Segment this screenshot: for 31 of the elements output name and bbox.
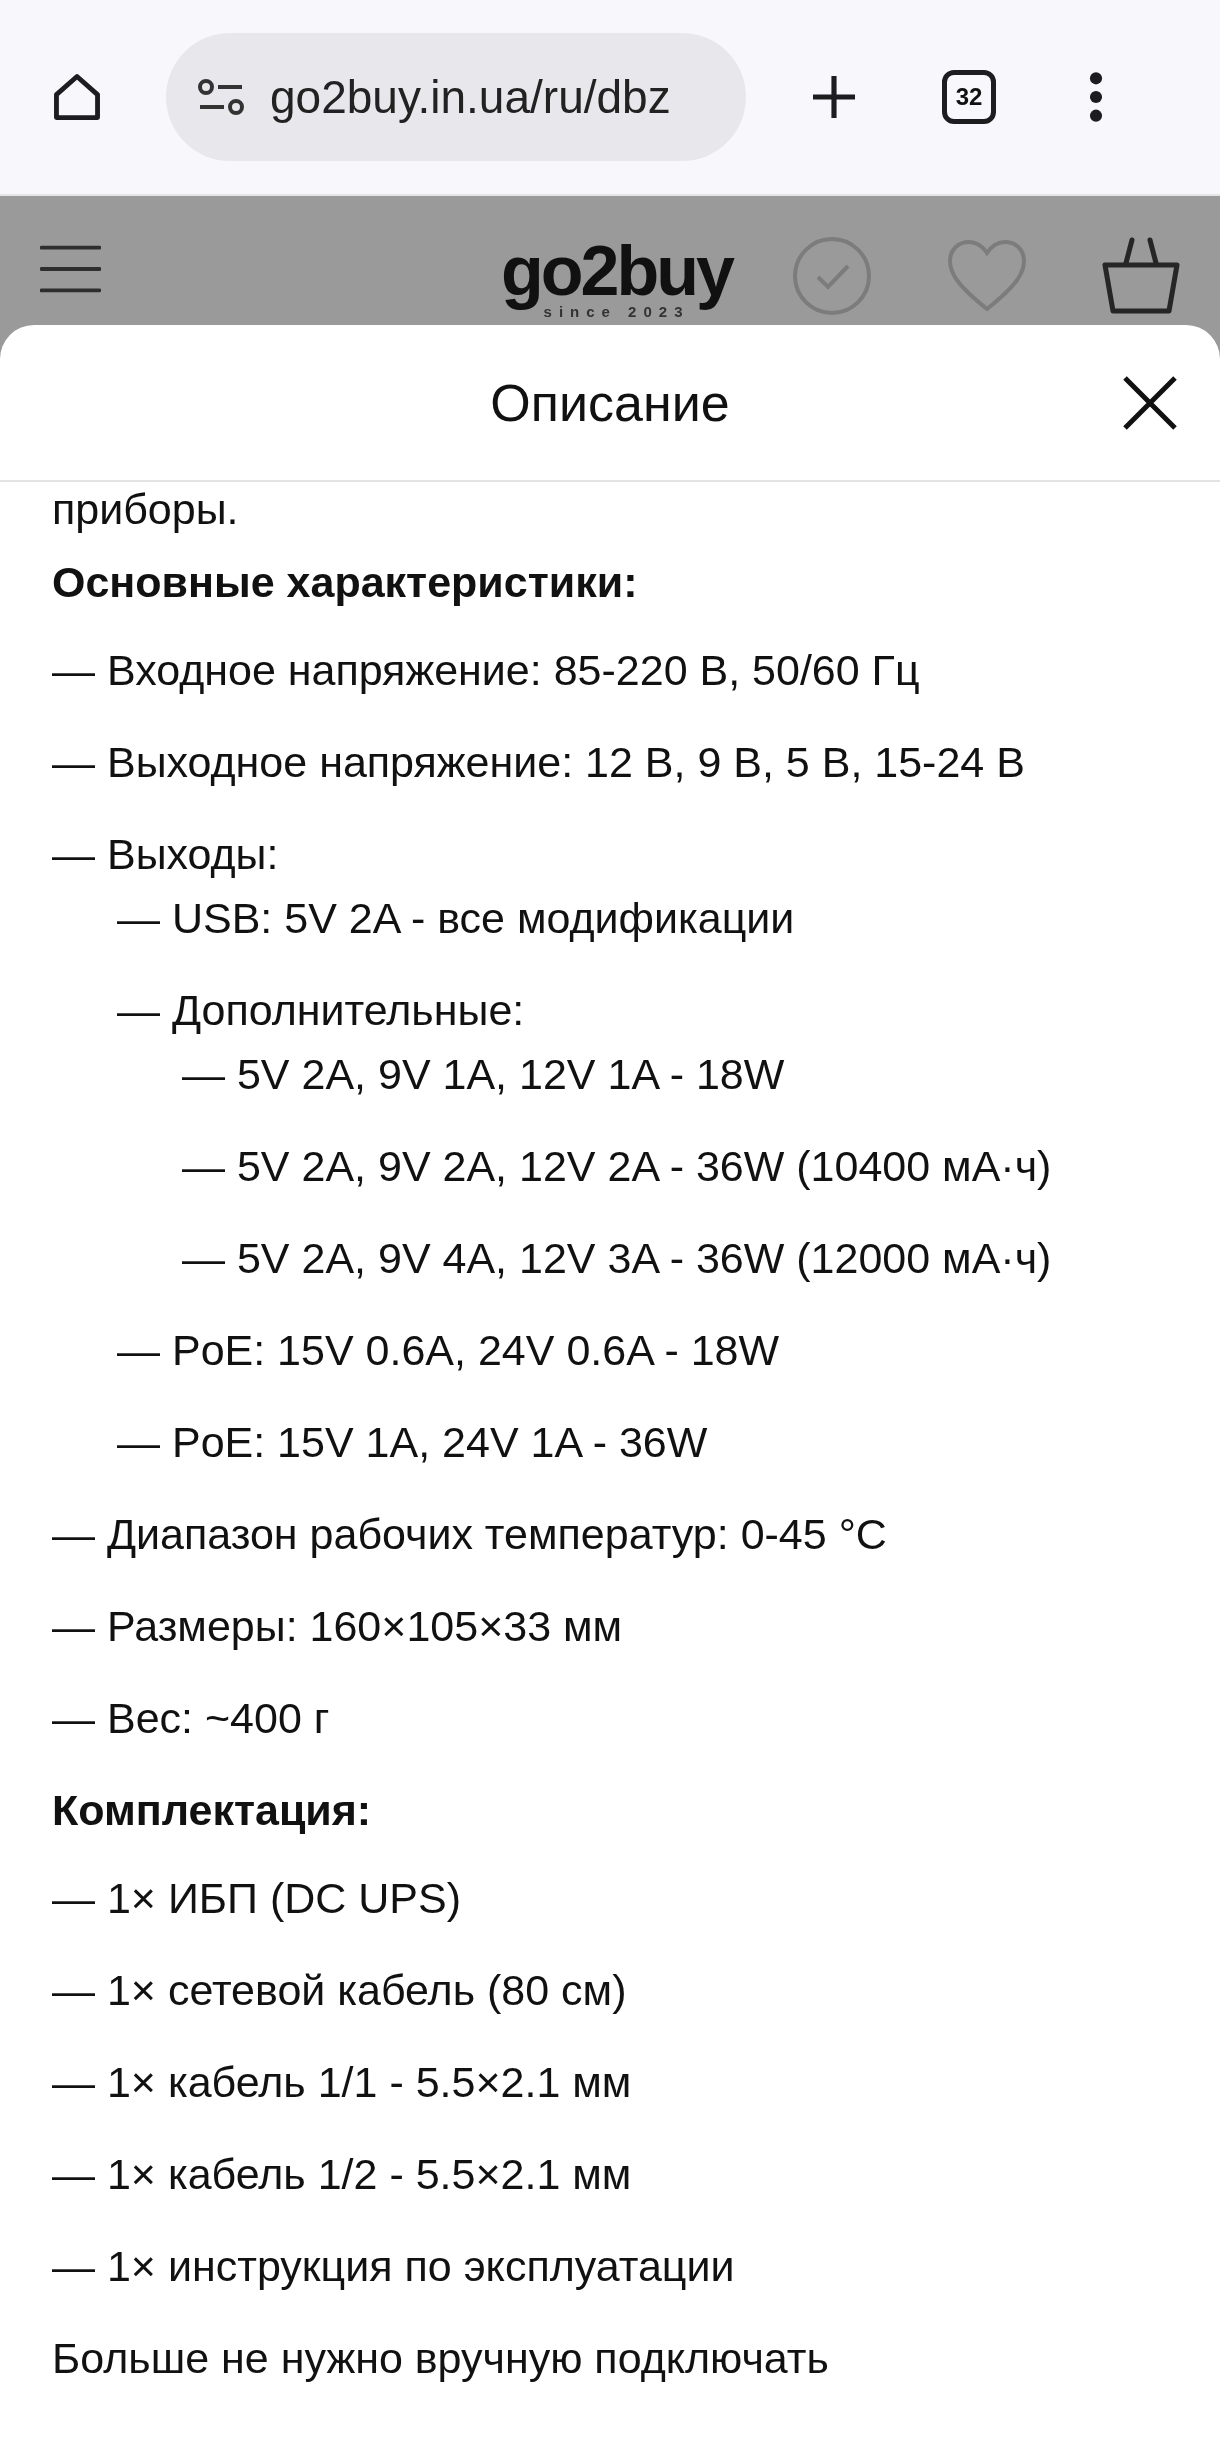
list-item: — 5V 2A, 9V 1A, 12V 1A - 18W — [182, 1049, 786, 1100]
close-icon[interactable] — [1122, 375, 1178, 431]
list-item: — 1× инструкция по эксплуатации — [52, 2241, 736, 2292]
list-item: — USB: 5V 2A - все модификации — [117, 893, 796, 944]
list-item: — 5V 2A, 9V 2A, 12V 2A - 36W (10400 мА·ч) — [182, 1141, 1053, 1192]
description-text: Больше не нужно вручную подключать — [52, 2333, 830, 2384]
list-item: — PoE: 15V 0.6A, 24V 0.6A - 18W — [117, 1325, 781, 1376]
list-item: — Выходное напряжение: 12 В, 9 В, 5 В, 15-24 В — [52, 737, 1026, 788]
list-item: — Диапазон рабочих температур: 0-45 °C — [52, 1509, 888, 1560]
section-heading: Комплектация: — [52, 1785, 373, 1836]
tab-count-button[interactable]: 32 — [942, 70, 996, 124]
list-item: — Дополнительные: — [117, 985, 526, 1036]
list-item: — Выходы: — [52, 829, 280, 880]
list-item: — 1× кабель 1/2 - 5.5×2.1 мм — [52, 2149, 633, 2200]
list-item: — 1× ИБП (DC UPS) — [52, 1873, 462, 1924]
list-item: — 1× сетевой кабель (80 см) — [52, 1965, 628, 2016]
list-item: — 1× кабель 1/1 - 5.5×2.1 мм — [52, 2057, 633, 2108]
list-item: — Вес: ~400 г — [52, 1693, 331, 1744]
check-circle-icon[interactable] — [792, 236, 872, 316]
sheet-title: Описание — [490, 372, 730, 433]
logo[interactable]: go2buy since 2023 — [501, 236, 732, 319]
list-item: — Входное напряжение: 85-220 В, 50/60 Гц — [52, 645, 921, 696]
url-text: go2buy.in.ua/ru/dbz — [270, 70, 671, 124]
basket-icon[interactable] — [1102, 237, 1180, 315]
list-item: — 5V 2A, 9V 4A, 12V 3A - 36W (12000 мА·ч) — [182, 1233, 1053, 1284]
list-item: — PoE: 15V 1A, 24V 1A - 36W — [117, 1417, 709, 1468]
list-item: — Размеры: 160×105×33 мм — [52, 1601, 624, 1652]
section-heading: Основные характеристики: — [52, 557, 639, 608]
address-bar[interactable]: go2buy.in.ua/ru/dbz — [166, 33, 746, 161]
description-text: приборы. — [52, 484, 240, 535]
site-settings-icon[interactable] — [196, 77, 246, 117]
